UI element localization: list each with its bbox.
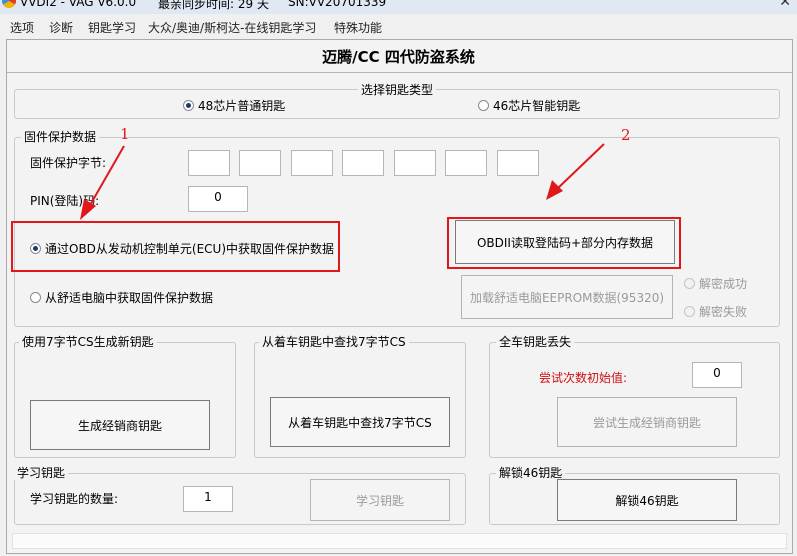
app-logo-icon	[2, 0, 16, 8]
heading-divider	[7, 72, 792, 73]
window-title: VVDI2 - VAG V6.0.0	[20, 0, 137, 9]
radio-46-chip[interactable]	[478, 100, 489, 111]
serial-number-text: SN:VV20701339	[288, 0, 387, 9]
firmware-byte-6[interactable]	[445, 150, 487, 176]
status-strip	[12, 533, 787, 549]
decrypt-failure-label: 解密失败	[699, 305, 748, 319]
menu-diagnose[interactable]: 诊断	[49, 19, 73, 36]
try-generate-dealer-key-button[interactable]: 尝试生成经销商钥匙	[557, 397, 737, 447]
menu-bar: 选项 诊断 钥匙学习 大众/奥迪/斯柯达-在线钥匙学习 特殊功能	[0, 14, 797, 38]
annotation-label-1: 1	[120, 125, 130, 143]
tries-initial-label: 尝试次数初始值:	[539, 371, 628, 385]
sync-time-text: 最亲同步时间: 29 天	[158, 0, 269, 11]
all-keys-lost-legend: 全车钥匙丢失	[496, 335, 575, 349]
firmware-byte-5[interactable]	[394, 150, 436, 176]
menu-special-functions[interactable]: 特殊功能	[334, 19, 382, 36]
learn-key-button[interactable]: 学习钥匙	[310, 479, 450, 521]
firmware-legend: 固件保护数据	[21, 130, 100, 144]
generate-dealer-key-button[interactable]: 生成经销商钥匙	[30, 400, 210, 450]
unlock-46-legend: 解锁46钥匙	[496, 466, 566, 480]
firmware-bytes-label: 固件保护字节:	[30, 156, 107, 170]
label-48-chip: 48芯片普通钥匙	[198, 99, 286, 113]
find-cs-legend: 从着车钥匙中查找7字节CS	[259, 335, 409, 349]
label-comfort-module: 从舒适电脑中获取固件保护数据	[45, 291, 214, 305]
firmware-byte-7[interactable]	[497, 150, 539, 176]
firmware-byte-1[interactable]	[188, 150, 230, 176]
tries-initial-field[interactable]: 0	[692, 362, 742, 388]
generate-cs-legend: 使用7字节CS生成新钥匙	[19, 335, 157, 349]
decrypt-success-label: 解密成功	[699, 277, 748, 291]
firmware-byte-2[interactable]	[239, 150, 281, 176]
close-icon[interactable]: ✕	[779, 0, 791, 10]
unlock-46-key-button[interactable]: 解锁46钥匙	[557, 479, 737, 521]
learn-key-count-field[interactable]: 1	[183, 486, 233, 512]
annotation-label-2: 2	[621, 126, 631, 144]
menu-online-key-learn[interactable]: 大众/奥迪/斯柯达-在线钥匙学习	[148, 19, 316, 36]
find-cs-button[interactable]: 从着车钥匙中查找7字节CS	[270, 397, 450, 447]
firmware-byte-3[interactable]	[291, 150, 333, 176]
label-46-chip: 46芯片智能钥匙	[493, 99, 581, 113]
radio-comfort-module[interactable]	[30, 292, 41, 303]
learn-key-legend: 学习钥匙	[14, 466, 69, 480]
page-title: 迈腾/CC 四代防盗系统	[322, 48, 475, 66]
radio-48-chip[interactable]	[183, 100, 194, 111]
annotation-box-1	[11, 221, 340, 272]
menu-key-learn[interactable]: 钥匙学习	[88, 19, 136, 36]
firmware-byte-4[interactable]	[342, 150, 384, 176]
pin-field[interactable]: 0	[188, 186, 248, 212]
radio-decrypt-success	[684, 278, 695, 289]
annotation-box-2	[447, 217, 681, 269]
title-bar: VVDI2 - VAG V6.0.0 最亲同步时间: 29 天 SN:VV207…	[0, 0, 797, 14]
radio-decrypt-failure	[684, 306, 695, 317]
learn-key-count-label: 学习钥匙的数量:	[30, 492, 119, 506]
key-type-legend: 选择钥匙类型	[358, 83, 437, 97]
menu-options[interactable]: 选项	[10, 19, 34, 36]
pin-label: PIN(登陆)码:	[30, 194, 100, 208]
load-eeprom-button[interactable]: 加载舒适电脑EEPROM数据(95320)	[461, 275, 673, 319]
